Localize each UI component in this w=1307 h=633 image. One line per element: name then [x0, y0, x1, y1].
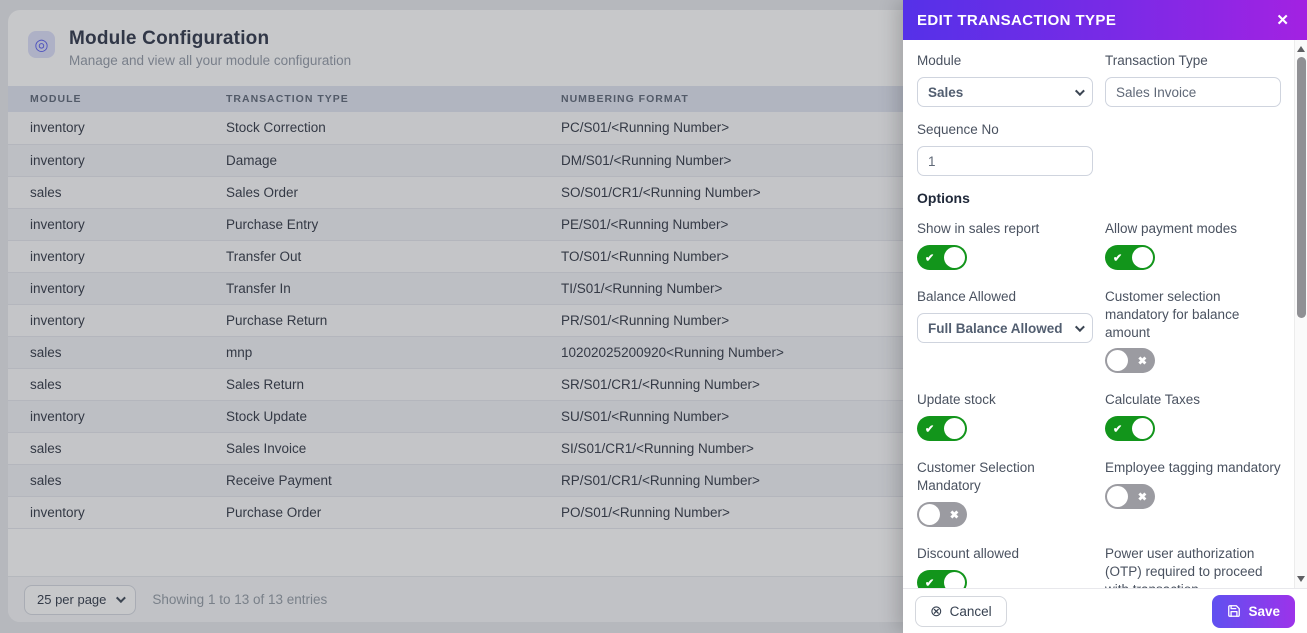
sequence-no-field-label: Sequence No — [917, 121, 1093, 139]
toggle-label-update-stock: Update stock — [917, 391, 1093, 409]
edit-transaction-type-panel: EDIT TRANSACTION TYPE ✕ Module Sales Tra… — [903, 0, 1307, 633]
toggle-label-customer-selection-balance: Customer selection mandatory for balance… — [1105, 288, 1281, 341]
check-icon: ✔ — [1113, 422, 1122, 435]
toggle-label-calculate-taxes: Calculate Taxes — [1105, 391, 1281, 409]
toggle-knob — [1132, 247, 1153, 268]
toggle-knob — [1107, 486, 1128, 507]
module-select-value: Sales — [928, 85, 963, 100]
panel-title: EDIT TRANSACTION TYPE — [917, 12, 1116, 29]
close-icon[interactable]: ✕ — [1272, 9, 1293, 31]
toggle-update-stock[interactable]: ✔ ✖ — [917, 416, 967, 441]
options-heading: Options — [917, 190, 1288, 206]
module-field-label: Module — [917, 52, 1093, 70]
check-icon: ✔ — [925, 251, 934, 264]
chevron-down-icon — [1075, 322, 1085, 332]
toggle-knob — [944, 247, 965, 268]
toggle-knob — [919, 504, 940, 525]
transaction-type-field-label: Transaction Type — [1105, 52, 1281, 70]
cancel-button[interactable]: ⊗ Cancel — [915, 596, 1007, 627]
check-icon: ✔ — [925, 422, 934, 435]
cross-icon: ✖ — [950, 508, 959, 521]
app-window: ◎ Module Configuration Manage and view a… — [0, 0, 1307, 633]
toggle-customer-selection-balance[interactable]: ✔ ✖ — [1105, 348, 1155, 373]
module-select[interactable]: Sales — [917, 77, 1093, 107]
toggle-knob — [944, 572, 965, 588]
cross-icon: ✖ — [1138, 490, 1147, 503]
toggle-label-allow-payment-modes: Allow payment modes — [1105, 220, 1281, 238]
chevron-down-icon — [1075, 86, 1085, 96]
toggle-calculate-taxes[interactable]: ✔ ✖ — [1105, 416, 1155, 441]
toggle-knob — [944, 418, 965, 439]
toggle-label-show-in-sales-report: Show in sales report — [917, 220, 1093, 238]
toggle-show-in-sales-report[interactable]: ✔ ✖ — [917, 245, 967, 270]
balance-allowed-select[interactable]: Full Balance Allowed — [917, 313, 1093, 343]
check-icon: ✔ — [1113, 251, 1122, 264]
cancel-button-label: Cancel — [950, 604, 992, 619]
circle-x-icon: ⊗ — [930, 602, 943, 620]
sequence-no-input[interactable] — [917, 146, 1093, 176]
transaction-type-input[interactable] — [1105, 77, 1281, 107]
panel-scrollbar[interactable] — [1294, 40, 1307, 588]
toggle-employee-tagging[interactable]: ✔ ✖ — [1105, 484, 1155, 509]
balance-allowed-select-value: Full Balance Allowed — [928, 321, 1063, 336]
toggle-discount-allowed[interactable]: ✔ ✖ — [917, 570, 967, 588]
toggle-label-discount-allowed: Discount allowed — [917, 545, 1093, 563]
toggle-allow-payment-modes[interactable]: ✔ ✖ — [1105, 245, 1155, 270]
panel-footer: ⊗ Cancel Save — [903, 588, 1307, 633]
panel-body: Module Sales Transaction Type Sequence N… — [903, 40, 1294, 588]
toggle-customer-selection-mandatory[interactable]: ✔ ✖ — [917, 502, 967, 527]
scrollbar-thumb[interactable] — [1297, 57, 1306, 318]
save-button[interactable]: Save — [1212, 595, 1295, 628]
toggle-label-power-user-otp: Power user authorization (OTP) required … — [1105, 545, 1281, 588]
toggle-knob — [1107, 350, 1128, 371]
balance-allowed-field-label: Balance Allowed — [917, 288, 1093, 306]
save-button-label: Save — [1248, 604, 1280, 619]
check-icon: ✔ — [925, 576, 934, 588]
cross-icon: ✖ — [1138, 354, 1147, 367]
panel-header: EDIT TRANSACTION TYPE ✕ — [903, 0, 1307, 40]
toggle-label-employee-tagging: Employee tagging mandatory — [1105, 459, 1281, 477]
save-floppy-icon — [1227, 604, 1241, 618]
toggle-knob — [1132, 418, 1153, 439]
scroll-down-icon[interactable] — [1297, 576, 1305, 582]
scroll-up-icon[interactable] — [1297, 46, 1305, 52]
toggle-label-customer-selection-mandatory: Customer Selection Mandatory — [917, 459, 1093, 495]
